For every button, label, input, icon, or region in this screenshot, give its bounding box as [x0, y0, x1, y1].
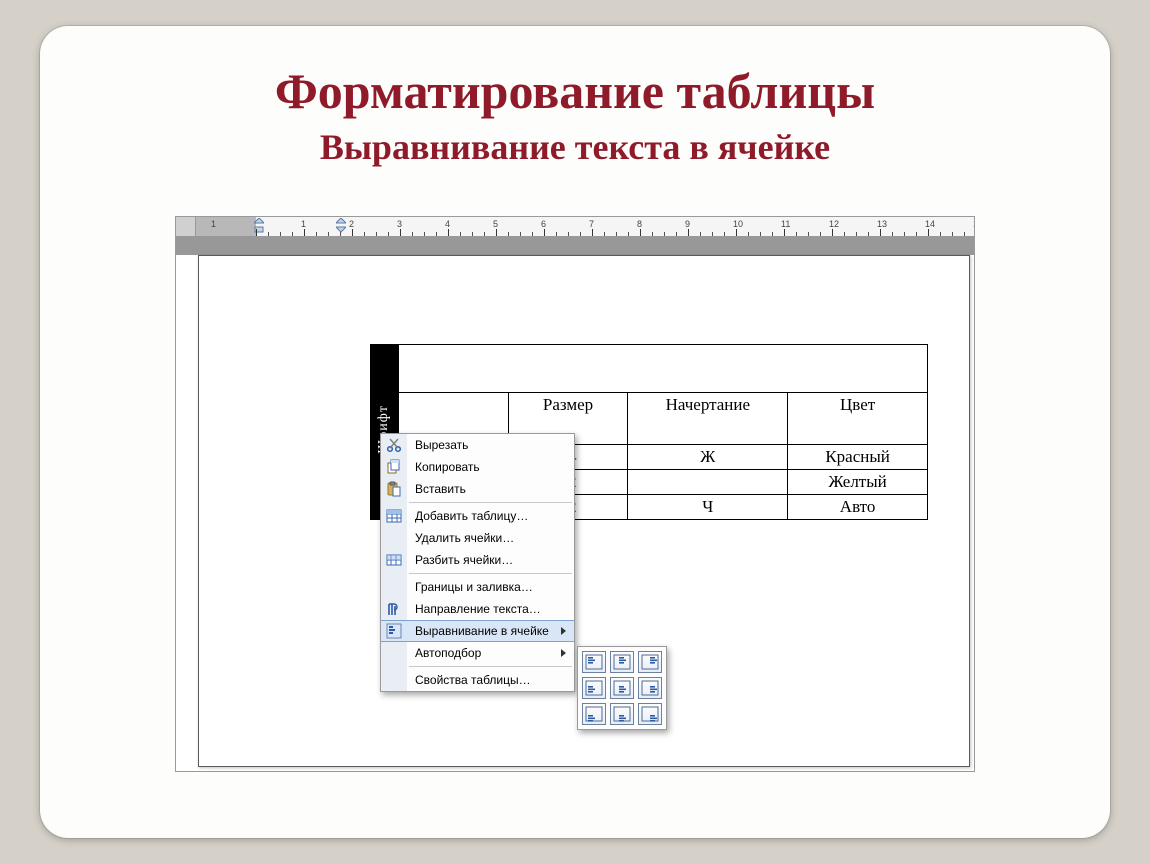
word-window: 1123456789101112131415 Шрифт Размер Наче…	[175, 216, 975, 772]
align-top-center[interactable]	[610, 651, 634, 673]
table-cell[interactable]	[628, 470, 788, 495]
menu-label: Автоподбор	[407, 646, 557, 660]
menu-label: Разбить ячейки…	[407, 553, 566, 567]
menu-separator	[409, 573, 572, 574]
table-top-cell[interactable]	[398, 345, 927, 393]
table-cell[interactable]: Красный	[788, 445, 928, 470]
paste-icon	[381, 478, 407, 500]
ruler-left-margin	[196, 217, 256, 236]
menu-copy[interactable]: Копировать	[381, 456, 574, 478]
align-icon	[381, 621, 407, 641]
menu-label: Вставить	[407, 482, 566, 496]
menu-label: Границы и заливка…	[407, 580, 566, 594]
tab-marker[interactable]	[336, 218, 346, 234]
menu-label: Направление текста…	[407, 602, 566, 616]
blank-icon	[381, 642, 407, 664]
blank-icon	[381, 576, 407, 598]
menu-paste[interactable]: Вставить	[381, 478, 574, 500]
align-bottom-left[interactable]	[582, 703, 606, 725]
menu-cell-alignment[interactable]: Выравнивание в ячейке	[381, 620, 574, 642]
ruler-corner	[176, 217, 196, 236]
slide-subtitle: Выравнивание текста в ячейке	[80, 126, 1070, 168]
table-col-color[interactable]: Цвет	[788, 393, 928, 445]
menu-label: Удалить ячейки…	[407, 531, 566, 545]
ruler-row: 1123456789101112131415	[176, 217, 974, 237]
menu-table-properties[interactable]: Свойства таблицы…	[381, 669, 574, 691]
context-menu: Вырезать Копировать Вставить Добавить та…	[380, 433, 575, 692]
copy-icon	[381, 456, 407, 478]
split-cells-icon	[381, 549, 407, 571]
align-middle-left[interactable]	[582, 677, 606, 699]
menu-delete-cells[interactable]: Удалить ячейки…	[381, 527, 574, 549]
alignment-submenu	[577, 646, 667, 730]
table-col-style[interactable]: Начертание	[628, 393, 788, 445]
blank-icon	[381, 669, 407, 691]
menu-label: Выравнивание в ячейке	[407, 624, 557, 638]
align-top-right[interactable]	[638, 651, 662, 673]
menu-borders-shading[interactable]: Границы и заливка…	[381, 576, 574, 598]
menu-label: Свойства таблицы…	[407, 673, 566, 687]
align-middle-right[interactable]	[638, 677, 662, 699]
table-cell[interactable]: Ч	[628, 495, 788, 520]
submenu-arrow-icon	[561, 649, 566, 657]
menu-autofit[interactable]: Автоподбор	[381, 642, 574, 664]
table-icon	[381, 505, 407, 527]
menu-label: Копировать	[407, 460, 566, 474]
menu-insert-table[interactable]: Добавить таблицу…	[381, 505, 574, 527]
slide: Форматирование таблицы Выравнивание текс…	[40, 26, 1110, 838]
menu-text-direction[interactable]: Направление текста…	[381, 598, 574, 620]
slide-title: Форматирование таблицы	[80, 62, 1070, 120]
align-bottom-center[interactable]	[610, 703, 634, 725]
table-cell[interactable]: Авто	[788, 495, 928, 520]
align-top-left[interactable]	[582, 651, 606, 673]
align-bottom-right[interactable]	[638, 703, 662, 725]
horizontal-ruler[interactable]: 1123456789101112131415	[196, 217, 974, 236]
table-cell[interactable]: Ж	[628, 445, 788, 470]
menu-label: Вырезать	[407, 438, 566, 452]
menu-split-cells[interactable]: Разбить ячейки…	[381, 549, 574, 571]
table-cell[interactable]: Желтый	[788, 470, 928, 495]
doc-gray-area	[176, 237, 974, 255]
menu-cut[interactable]: Вырезать	[381, 434, 574, 456]
submenu-arrow-icon	[561, 627, 566, 635]
menu-separator	[409, 502, 572, 503]
scissors-icon	[381, 434, 407, 456]
menu-separator	[409, 666, 572, 667]
blank-icon	[381, 527, 407, 549]
align-middle-center[interactable]	[610, 677, 634, 699]
text-direction-icon	[381, 598, 407, 620]
menu-label: Добавить таблицу…	[407, 509, 566, 523]
